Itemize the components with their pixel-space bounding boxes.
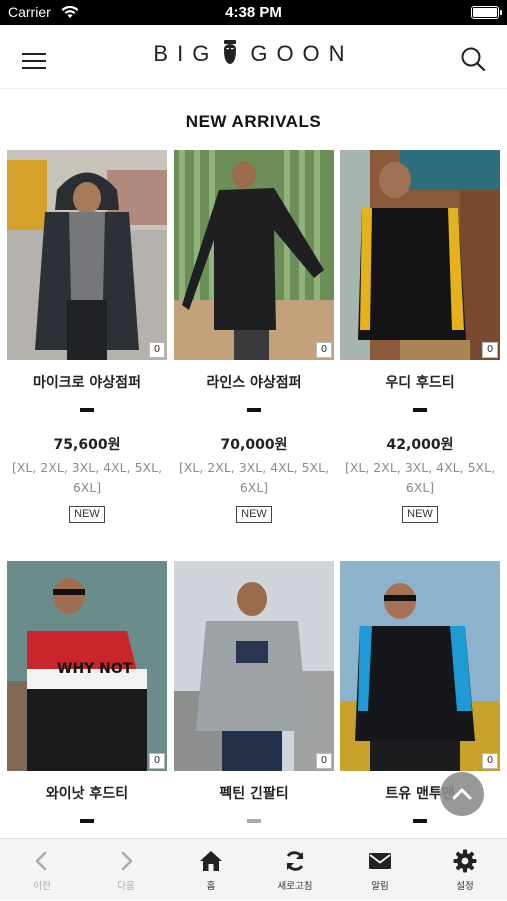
product-name[interactable]: 펙틴 긴팔티 (174, 783, 334, 803)
bottom-tab-bar: 이전 다음 홈 새로고침 알림 설정 (0, 838, 507, 900)
tab-refresh[interactable]: 새로고침 (253, 839, 337, 901)
color-swatch (413, 819, 427, 823)
brand-logo[interactable]: BIG GOON (0, 40, 507, 68)
status-bar: Carrier 4:38 PM (0, 0, 507, 25)
tab-home-label: 홈 (206, 881, 216, 892)
logo-text-right: GOON (250, 41, 354, 66)
tab-notifications[interactable]: 알림 (338, 839, 422, 901)
refresh-icon (286, 851, 304, 871)
color-swatch (247, 408, 261, 412)
product-sizes: [XL, 2XL, 3XL, 4XL, 5XL, 6XL] (344, 460, 496, 495)
logo-text-left: BIG (153, 41, 219, 66)
product-image[interactable]: WHY NOT 0 (7, 561, 167, 771)
product-image[interactable]: 0 (340, 561, 500, 771)
new-badge: NEW (402, 506, 438, 523)
product-price: 70,000원 (220, 437, 288, 453)
product-sizes: [XL, 2XL, 3XL, 4XL, 5XL, 6XL] (178, 460, 330, 495)
product-name[interactable]: 와이낫 후드티 (7, 783, 167, 803)
new-badge: NEW (69, 506, 105, 523)
product-card[interactable]: WHY NOT 0 와이낫 후드티 (7, 561, 167, 823)
product-card[interactable]: 0 라인스 야상점퍼 70,000원 [XL, 2XL, 3XL, 4XL, 5… (174, 150, 334, 523)
tab-prev[interactable]: 이전 (0, 839, 84, 901)
product-price: 42,000원 (386, 437, 454, 453)
mail-icon (369, 853, 391, 869)
color-swatch (80, 408, 94, 412)
tab-notifications-label: 알림 (371, 881, 389, 892)
clock: 4:38 PM (225, 4, 282, 21)
bearded-face-logo-icon (224, 40, 237, 65)
product-card[interactable]: 0 우디 후드티 42,000원 [XL, 2XL, 3XL, 4XL, 5XL… (340, 150, 500, 523)
item-count-badge: 0 (316, 342, 332, 358)
tab-refresh-label: 새로고침 (277, 881, 313, 892)
item-count-badge: 0 (316, 753, 332, 769)
tab-prev-label: 이전 (33, 881, 51, 892)
product-card[interactable]: 0 펙틴 긴팔티 (174, 561, 334, 823)
gear-icon (453, 849, 477, 873)
color-swatch (80, 819, 94, 823)
chevron-up-icon (452, 788, 472, 800)
color-swatch (413, 408, 427, 412)
product-card[interactable]: 0 마이크로 야상점퍼 75,600원 [XL, 2XL, 3XL, 4XL, … (7, 150, 167, 523)
product-name[interactable]: 마이크로 야상점퍼 (7, 372, 167, 392)
shirt-print-text: WHY NOT (57, 661, 133, 677)
new-badge: NEW (236, 506, 272, 523)
tab-settings[interactable]: 설정 (423, 839, 507, 901)
tab-home[interactable]: 홈 (169, 839, 253, 901)
item-count-badge: 0 (149, 753, 165, 769)
tab-next[interactable]: 다음 (84, 839, 168, 901)
product-sizes: [XL, 2XL, 3XL, 4XL, 5XL, 6XL] (11, 460, 163, 495)
product-image[interactable]: 0 (7, 150, 167, 360)
item-count-badge: 0 (482, 342, 498, 358)
tab-settings-label: 설정 (456, 881, 474, 892)
color-swatch (247, 819, 261, 823)
scroll-to-top-button[interactable] (440, 772, 484, 816)
search-icon[interactable] (459, 45, 487, 73)
product-name[interactable]: 라인스 야상점퍼 (174, 372, 334, 392)
tab-next-label: 다음 (117, 881, 135, 892)
chevron-right-icon (121, 851, 133, 871)
item-count-badge: 0 (482, 753, 498, 769)
app-header: BIG GOON (0, 25, 507, 89)
item-count-badge: 0 (149, 342, 165, 358)
product-image[interactable]: 0 (340, 150, 500, 360)
product-image[interactable]: 0 (174, 150, 334, 360)
home-icon (200, 851, 222, 871)
section-title: NEW ARRIVALS (185, 112, 322, 131)
product-image[interactable]: 0 (174, 561, 334, 771)
product-price: 75,600원 (53, 437, 121, 453)
battery-icon (471, 6, 502, 19)
chevron-left-icon (35, 851, 47, 871)
product-name[interactable]: 우디 후드티 (340, 372, 500, 392)
